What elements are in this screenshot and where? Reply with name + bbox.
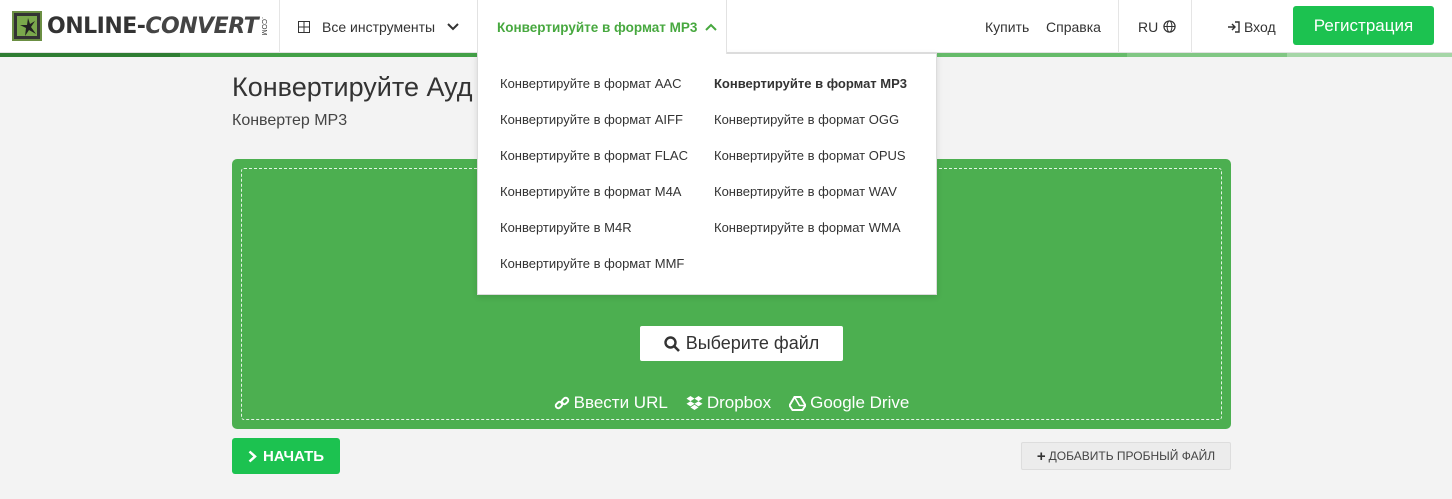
dropdown-item-flac[interactable]: Конвертируйте в формат FLAC [500, 148, 688, 184]
start-button[interactable]: НАЧАТЬ [232, 438, 340, 474]
enter-url-label: Ввести URL [573, 393, 668, 412]
dropdown-item-m4a[interactable]: Конвертируйте в формат M4A [500, 184, 688, 220]
header-divider [1191, 0, 1192, 53]
all-tools-label: Все инструменты [322, 18, 436, 35]
dropdown-column-1: Конвертируйте в формат AAC Конвертируйте… [500, 76, 688, 292]
dropdown-item-aiff[interactable]: Конвертируйте в формат AIFF [500, 112, 688, 148]
active-menu-label: Конвертируйте в формат MP3 [497, 19, 698, 35]
choose-file-label: Выберите файл [685, 333, 820, 353]
start-label: НАЧАТЬ [262, 447, 325, 465]
enter-url-link[interactable]: Ввести URL [554, 393, 668, 413]
dropdown-item-wav[interactable]: Конвертируйте в формат WAV [714, 184, 907, 220]
link-icon [554, 396, 569, 410]
dropdown-item-opus[interactable]: Конвертируйте в формат OPUS [714, 148, 907, 184]
plus-icon: + [1036, 447, 1046, 465]
add-sample-label: ДОБАВИТЬ ПРОБНЫЙ ФАЙЛ [1048, 449, 1216, 463]
upload-sources: Ввести URL Dropbox Google Drive [242, 393, 1221, 413]
search-icon [664, 335, 680, 352]
dropdown-item-mp3[interactable]: Конвертируйте в формат MP3 [714, 76, 907, 112]
all-tools-menu[interactable]: Все инструменты [298, 0, 459, 53]
dropdown-item-m4r[interactable]: Конвертируйте в M4R [500, 220, 688, 256]
dropbox-link[interactable]: Dropbox [686, 393, 771, 413]
header-divider [1118, 0, 1119, 53]
google-drive-icon [789, 395, 807, 411]
header-divider [279, 0, 280, 53]
globe-icon [1163, 20, 1176, 33]
active-menu-mp3[interactable]: Конвертируйте в формат MP3 [477, 0, 727, 54]
logo-icon [12, 11, 42, 41]
chevron-up-icon [705, 23, 718, 31]
chevron-down-icon [447, 22, 459, 30]
login-link[interactable]: Вход [1227, 0, 1276, 53]
buy-link[interactable]: Купить [985, 0, 1029, 53]
chevron-right-icon [248, 450, 257, 462]
dropbox-icon [686, 396, 703, 410]
dropdown-item-wma[interactable]: Конвертируйте в формат WMA [714, 220, 907, 256]
format-dropdown: Конвертируйте в формат AAC Конвертируйте… [477, 53, 937, 295]
dropdown-column-2: Конвертируйте в формат MP3 Конвертируйте… [714, 76, 907, 256]
logo-text: ONLINE-CONVERT [47, 13, 259, 39]
logo[interactable]: ONLINE-CONVERT .COM [12, 11, 267, 41]
dropdown-item-mmf[interactable]: Конвертируйте в формат MMF [500, 256, 688, 292]
language-label: RU [1138, 18, 1159, 35]
page-subtitle: Конвертер MP3 [232, 112, 348, 129]
login-label: Вход [1244, 18, 1276, 35]
grid-icon [298, 20, 310, 33]
dropdown-item-ogg[interactable]: Конвертируйте в формат OGG [714, 112, 907, 148]
google-drive-link[interactable]: Google Drive [789, 393, 909, 413]
register-button[interactable]: Регистрация [1293, 6, 1434, 45]
add-sample-file-button[interactable]: + ДОБАВИТЬ ПРОБНЫЙ ФАЙЛ [1021, 442, 1231, 470]
page-title: Конвертируйте Ауд [232, 72, 473, 102]
choose-file-button[interactable]: Выберите файл [640, 326, 843, 361]
google-drive-label: Google Drive [810, 393, 910, 412]
dropbox-label: Dropbox [706, 393, 772, 412]
logo-domain: .COM [260, 16, 268, 36]
login-icon [1228, 20, 1240, 33]
dropdown-item-aac[interactable]: Конвертируйте в формат AAC [500, 76, 688, 112]
help-link[interactable]: Справка [1046, 0, 1101, 53]
language-selector[interactable]: RU [1138, 0, 1176, 53]
